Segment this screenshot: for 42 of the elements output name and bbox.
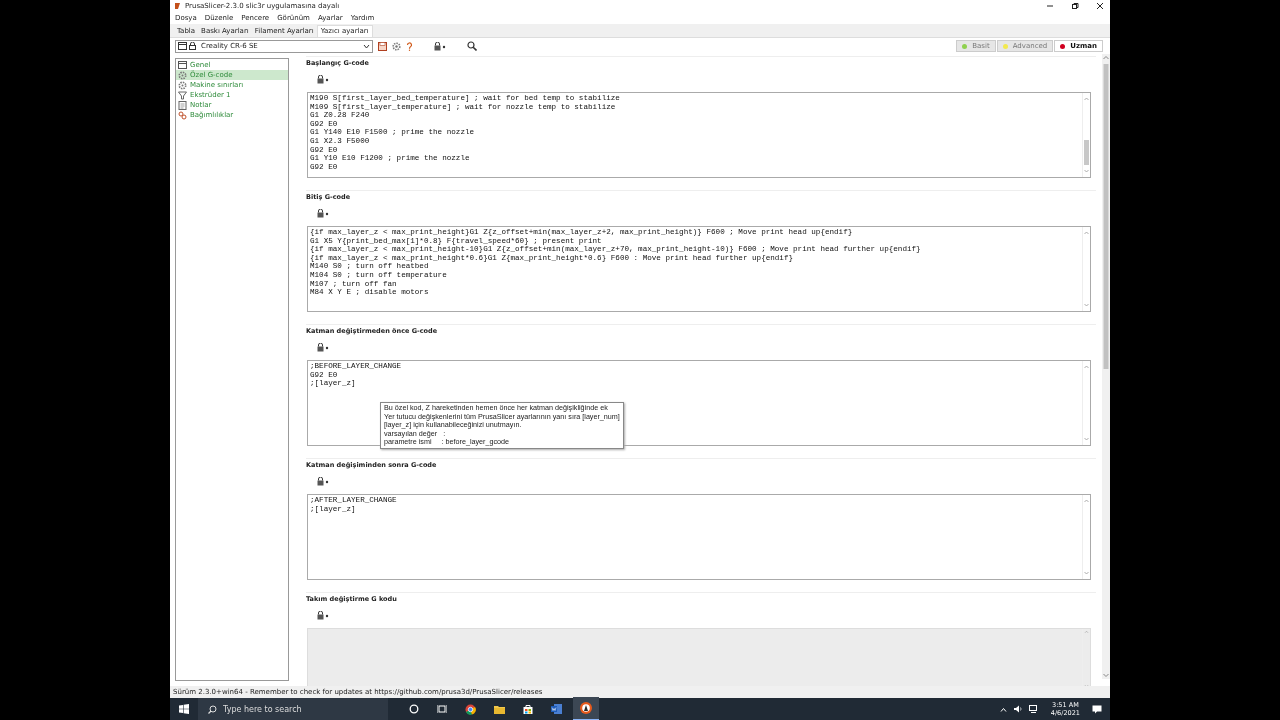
link-icon bbox=[178, 110, 187, 120]
gear-icon[interactable] bbox=[392, 41, 401, 51]
lock-icon[interactable] bbox=[317, 342, 329, 352]
store-icon[interactable] bbox=[523, 704, 533, 714]
lock-icon[interactable] bbox=[317, 208, 329, 218]
search-input[interactable]: Type here to search bbox=[223, 702, 373, 716]
scrollbar-icon bbox=[1082, 361, 1090, 445]
caret-icon bbox=[363, 43, 370, 49]
document-icon[interactable] bbox=[551, 704, 562, 714]
app-icon bbox=[174, 1, 181, 10]
windows-icon[interactable] bbox=[179, 704, 189, 714]
app-icon[interactable] bbox=[573, 697, 599, 720]
cortana-icon[interactable] bbox=[409, 704, 419, 714]
folder-icon[interactable] bbox=[494, 704, 505, 714]
scrollbar[interactable] bbox=[1102, 54, 1110, 679]
code-editor[interactable] bbox=[307, 226, 1091, 312]
scrollbar-icon bbox=[1082, 93, 1090, 177]
search-icon[interactable] bbox=[467, 41, 477, 51]
save-icon[interactable] bbox=[378, 41, 387, 51]
notification-icon bbox=[1092, 704, 1102, 714]
question-icon[interactable] bbox=[406, 41, 413, 51]
note-icon bbox=[178, 100, 187, 110]
network-icon bbox=[1028, 705, 1039, 713]
lock-icon bbox=[189, 42, 196, 50]
speaker-icon bbox=[1012, 705, 1023, 713]
scrollbar-icon bbox=[1082, 227, 1090, 311]
chrome-icon[interactable] bbox=[465, 703, 476, 715]
search-icon bbox=[208, 704, 217, 714]
lock-icon[interactable] bbox=[434, 41, 446, 51]
search-field[interactable]: Type here to search bbox=[198, 698, 388, 720]
scrollbar-icon bbox=[1082, 495, 1090, 579]
maximize-icon[interactable] bbox=[1071, 1, 1079, 10]
lock-icon[interactable] bbox=[317, 74, 329, 84]
chevron-up-icon bbox=[999, 706, 1007, 712]
task-view-icon[interactable] bbox=[437, 704, 447, 714]
window-icon bbox=[178, 42, 187, 50]
lock-icon[interactable] bbox=[317, 610, 329, 620]
lock-icon[interactable] bbox=[317, 476, 329, 486]
close-icon[interactable] bbox=[1096, 1, 1104, 10]
code-editor[interactable] bbox=[307, 92, 1091, 178]
funnel-icon bbox=[178, 90, 187, 100]
code-editor[interactable] bbox=[307, 360, 1091, 446]
